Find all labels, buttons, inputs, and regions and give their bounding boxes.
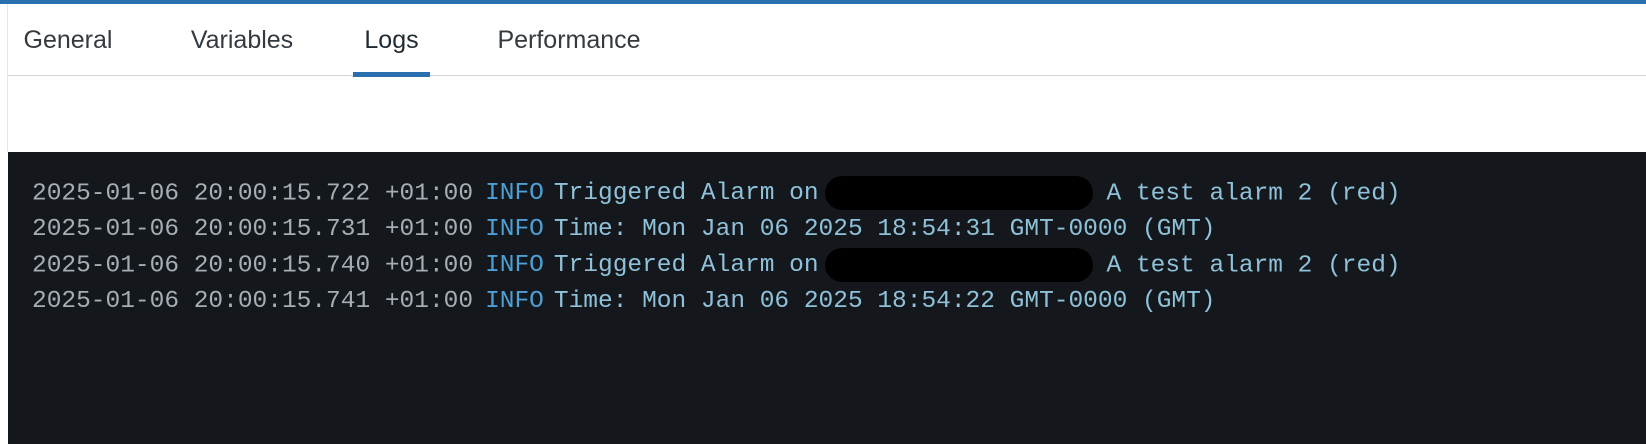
- log-level: INFO: [485, 288, 544, 315]
- log-timestamp: 2025-01-06 20:00:15.731 +01:00: [32, 216, 474, 243]
- log-message-tail: A test alarm 2 (red): [1106, 180, 1401, 208]
- log-panel[interactable]: 2025-01-06 20:00:15.722 +01:00 INFO Trigge…: [8, 152, 1646, 444]
- redaction-mark: [824, 176, 1093, 210]
- left-edge: [0, 4, 8, 152]
- log-line: 2025-01-06 20:00:15.740 +01:00 INFO Trigge…: [32, 248, 1646, 284]
- log-level: INFO: [485, 216, 544, 243]
- log-message: Time: Mon Jan 06 2025 18:54:22 GMT-0000 …: [553, 288, 1216, 315]
- log-level: INFO: [485, 180, 544, 208]
- tab-variables[interactable]: Variables: [180, 4, 304, 76]
- log-message: Triggered Alarm on: [553, 180, 819, 208]
- tab-bar: General Variables Logs Performance: [8, 4, 1646, 77]
- log-message-tail: A test alarm 2 (red): [1106, 252, 1401, 280]
- tab-logs[interactable]: Logs: [353, 4, 430, 77]
- log-timestamp: 2025-01-06 20:00:15.740 +01:00: [32, 252, 474, 280]
- log-line: 2025-01-06 20:00:15.722 +01:00 INFO Trigge…: [32, 176, 1646, 212]
- log-message: Time: Mon Jan 06 2025 18:54:31 GMT-0000 …: [553, 216, 1216, 243]
- log-line: 2025-01-06 20:00:15.741 +01:00 INFO Time: …: [32, 284, 1646, 320]
- log-level: INFO: [485, 252, 544, 280]
- redaction-mark: [824, 248, 1093, 282]
- log-line: 2025-01-06 20:00:15.731 +01:00 INFO Time: …: [32, 212, 1646, 248]
- tab-performance[interactable]: Performance: [486, 4, 652, 76]
- log-timestamp: 2025-01-06 20:00:15.722 +01:00: [32, 180, 474, 208]
- log-message: Triggered Alarm on: [553, 252, 819, 280]
- tab-general[interactable]: General: [18, 4, 118, 76]
- log-timestamp: 2025-01-06 20:00:15.741 +01:00: [32, 288, 474, 315]
